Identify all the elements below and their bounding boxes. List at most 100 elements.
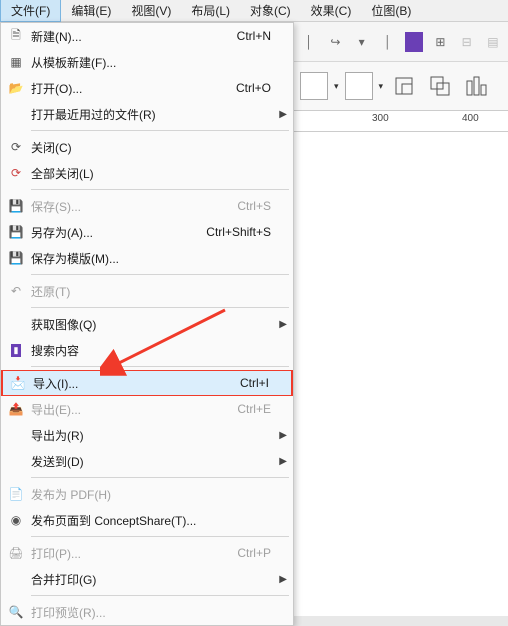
shortcut: Ctrl+E [237, 402, 285, 416]
save-icon: 💾 [1, 193, 31, 219]
menu-item-publish-pdf[interactable]: 📄 发布为 PDF(H) [1, 481, 293, 507]
submenu-arrow-icon: ▶ [279, 109, 287, 120]
shortcut: Ctrl+I [240, 376, 283, 390]
menu-item-close[interactable]: ⟳ 关闭(C) [1, 134, 293, 160]
menu-effect[interactable]: 效果(C) [301, 0, 362, 21]
sep-icon: │ [300, 32, 318, 52]
label: 关闭(C) [31, 139, 72, 156]
dropdown-arrow-icon[interactable]: ▾ [334, 81, 339, 92]
menu-item-export[interactable]: 📤 导出(E)... Ctrl+E [1, 396, 293, 422]
label: 还原(T) [31, 283, 70, 300]
menu-item-close-all[interactable]: ⟳ 全部关闭(L) [1, 160, 293, 186]
menu-item-new[interactable]: 🗎 新建(N)... Ctrl+N [1, 23, 293, 49]
ruler-tick: 300 [372, 113, 389, 124]
align-icon[interactable] [461, 71, 491, 101]
save-as-icon: 💾 [1, 219, 31, 245]
print-icon: 🖨 [1, 540, 31, 566]
menu-item-revert[interactable]: ↶ 还原(T) [1, 278, 293, 304]
menubar: 文件(F) 编辑(E) 视图(V) 布局(L) 对象(C) 效果(C) 位图(B… [0, 0, 508, 22]
menu-item-print[interactable]: 🖨 打印(P)... Ctrl+P [1, 540, 293, 566]
menu-item-new-template[interactable]: ▦ 从模板新建(F)... [1, 49, 293, 75]
new-file-icon: 🗎 [1, 23, 31, 49]
label: 打开最近用过的文件(R) [31, 106, 156, 123]
blank-icon [1, 448, 31, 474]
ruler-tick: 400 [462, 113, 479, 124]
label: 打印预览(R)... [31, 604, 106, 621]
menu-item-publish-conceptshare[interactable]: ◉ 发布页面到 ConceptShare(T)... [1, 507, 293, 533]
submenu-arrow-icon: ▶ [279, 430, 287, 441]
shortcut: Ctrl+Shift+S [206, 225, 285, 239]
submenu-arrow-icon: ▶ [279, 456, 287, 467]
file-menu-dropdown: 🗎 新建(N)... Ctrl+N ▦ 从模板新建(F)... 📂 打开(O).… [0, 22, 294, 626]
toolbar: │ ↪ ▾ │ ⊞ ⊟ ▤ [294, 22, 508, 62]
dropdown-arrow-icon[interactable]: ▾ [353, 32, 371, 52]
menu-item-save[interactable]: 💾 保存(S)... Ctrl+S [1, 193, 293, 219]
label: 另存为(A)... [31, 224, 93, 241]
redo-icon[interactable]: ↪ [326, 32, 344, 52]
order-icon[interactable] [425, 71, 455, 101]
canvas[interactable] [294, 132, 508, 616]
dropdown-arrow-icon[interactable]: ▾ [379, 81, 384, 92]
separator [31, 477, 289, 478]
pdf-icon: 📄 [1, 481, 31, 507]
shortcut: Ctrl+P [237, 546, 285, 560]
menu-bitmap[interactable]: 位图(B) [361, 0, 421, 21]
menu-file[interactable]: 文件(F) [0, 0, 61, 22]
conceptshare-icon: ◉ [1, 507, 31, 533]
revert-icon: ↶ [1, 278, 31, 304]
menu-item-save-template[interactable]: 💾 保存为模版(M)... [1, 245, 293, 271]
label: 打开(O)... [31, 80, 82, 97]
menu-edit[interactable]: 编辑(E) [61, 0, 121, 21]
label: 获取图像(Q) [31, 316, 96, 333]
separator [31, 595, 289, 596]
wrap-icon[interactable] [389, 71, 419, 101]
shortcut: Ctrl+S [237, 199, 285, 213]
menu-item-open[interactable]: 📂 打开(O)... Ctrl+O [1, 75, 293, 101]
import-icon[interactable]: ⊞ [431, 32, 449, 52]
shortcut: Ctrl+O [236, 81, 285, 95]
label: 发送到(D) [31, 453, 84, 470]
export-icon[interactable]: ⊟ [458, 32, 476, 52]
separator [31, 189, 289, 190]
close-icon: ⟳ [1, 134, 31, 160]
line-end-dropdown[interactable] [345, 72, 373, 100]
separator [31, 274, 289, 275]
label: 导入(I)... [33, 375, 78, 392]
label: 发布页面到 ConceptShare(T)... [31, 512, 196, 529]
separator [31, 130, 289, 131]
menu-item-import[interactable]: 📩 导入(I)... Ctrl+I [1, 370, 293, 396]
menu-item-print-merge[interactable]: 合并打印(G) ▶ [1, 566, 293, 592]
import-icon: 📩 [3, 370, 33, 396]
menu-item-export-for[interactable]: 导出为(R) ▶ [1, 422, 293, 448]
export-icon: 📤 [1, 396, 31, 422]
label: 发布为 PDF(H) [31, 486, 111, 503]
folder-open-icon: 📂 [1, 75, 31, 101]
label: 合并打印(G) [31, 571, 96, 588]
separator [31, 366, 289, 367]
label: 从模板新建(F)... [31, 54, 116, 71]
label: 导出(E)... [31, 401, 81, 418]
menu-item-acquire[interactable]: 获取图像(Q) ▶ [1, 311, 293, 337]
menu-item-recent[interactable]: 打开最近用过的文件(R) ▶ [1, 101, 293, 127]
menu-item-print-preview[interactable]: 🔍 打印预览(R)... [1, 599, 293, 625]
search-icon: ▮ [1, 337, 31, 363]
line-start-dropdown[interactable] [300, 72, 328, 100]
label: 导出为(R) [31, 427, 84, 444]
pdf-icon[interactable]: ▤ [484, 32, 502, 52]
submenu-arrow-icon: ▶ [279, 574, 287, 585]
menu-item-search[interactable]: ▮ 搜索内容 [1, 337, 293, 363]
menu-item-send-to[interactable]: 发送到(D) ▶ [1, 448, 293, 474]
label: 新建(N)... [31, 28, 82, 45]
menu-item-save-as[interactable]: 💾 另存为(A)... Ctrl+Shift+S [1, 219, 293, 245]
menu-view[interactable]: 视图(V) [121, 0, 181, 21]
print-preview-icon: 🔍 [1, 599, 31, 625]
template-icon: ▦ [1, 49, 31, 75]
shortcut: Ctrl+N [237, 29, 285, 43]
menu-layout[interactable]: 布局(L) [181, 0, 240, 21]
menu-object[interactable]: 对象(C) [240, 0, 301, 21]
label: 保存(S)... [31, 198, 81, 215]
search-content-icon[interactable] [405, 32, 423, 52]
blank-icon [1, 311, 31, 337]
blank-icon [1, 101, 31, 127]
label: 搜索内容 [31, 342, 79, 359]
